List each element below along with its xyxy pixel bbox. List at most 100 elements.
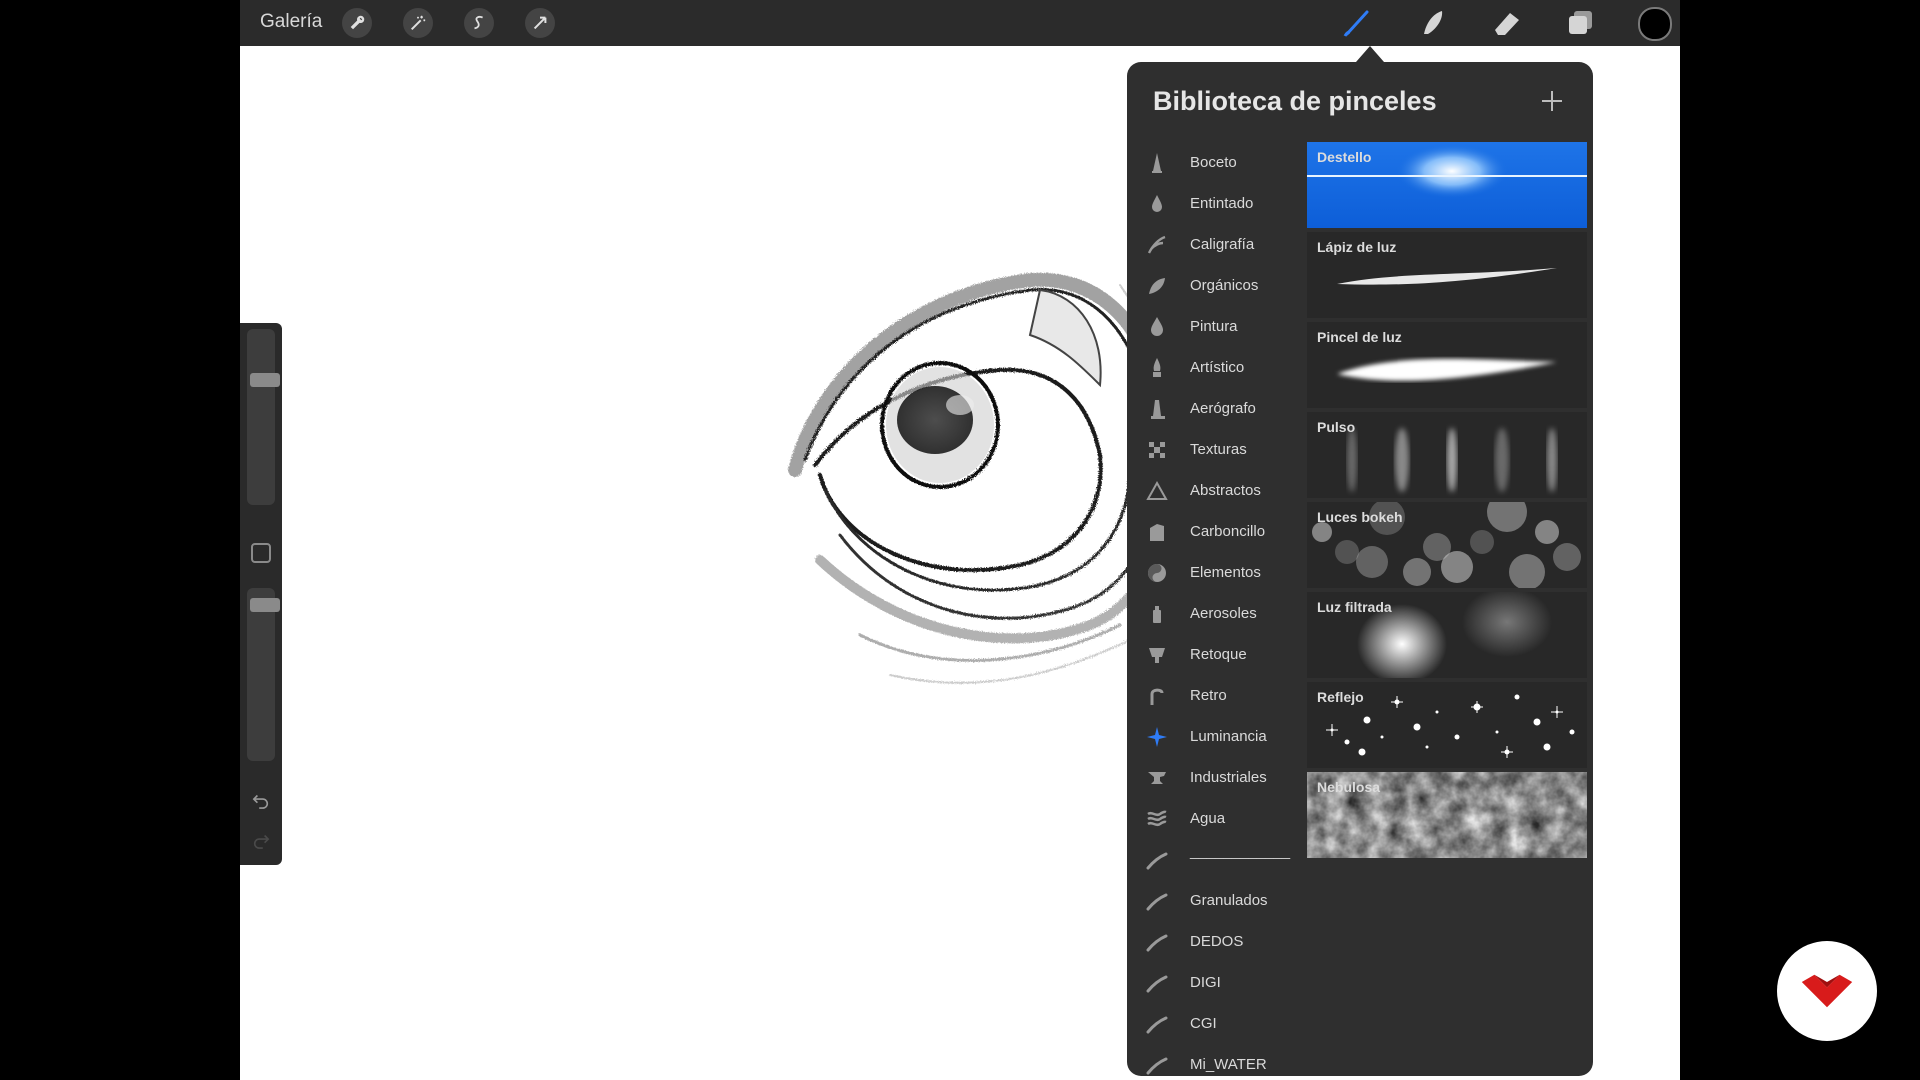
brush-category-artístico[interactable]: Artístico (1127, 347, 1297, 388)
brush-category-agua[interactable]: Agua (1127, 798, 1297, 839)
stroke-icon (1146, 852, 1168, 870)
brush-size-slider[interactable] (247, 329, 280, 505)
brush-category-label: Orgánicos (1190, 277, 1259, 294)
color-picker-swatch[interactable] (1638, 7, 1672, 41)
brush-category-label: Aerógrafo (1190, 400, 1256, 417)
brush-name: Luz filtrada (1317, 599, 1392, 615)
brush-destello[interactable]: Destello (1307, 142, 1587, 228)
brush-category-label: Elementos (1190, 564, 1261, 581)
smudge-icon[interactable] (1416, 6, 1450, 40)
brush-name: Nebulosa (1317, 779, 1381, 795)
brush-category-label: DEDOS (1190, 933, 1244, 950)
brush-category-label: Retro (1190, 687, 1227, 704)
brush-size-thumb[interactable] (250, 373, 280, 387)
undo-icon[interactable] (250, 789, 272, 811)
spray-can-icon (1153, 606, 1161, 623)
wrench-icon[interactable] (342, 8, 372, 38)
brush-category-[interactable]: ____________ (1127, 839, 1297, 880)
brush-category-label: Artístico (1190, 359, 1245, 376)
brush-category-caligrafía[interactable]: Caligrafía (1127, 224, 1297, 265)
paint-drop-icon (1151, 317, 1163, 336)
layers-icon[interactable] (1564, 6, 1598, 40)
stroke-icon (1146, 934, 1168, 952)
leaf-icon (1149, 278, 1165, 294)
eraser-icon[interactable] (1490, 6, 1524, 40)
anvil-icon (1148, 772, 1166, 784)
brush-nebulosa[interactable]: Nebulosa (1307, 772, 1587, 858)
retouch-icon (1149, 648, 1165, 663)
brush-category-label: Granulados (1190, 892, 1268, 909)
brush-luces-bokeh[interactable]: Luces bokeh (1307, 502, 1587, 588)
brush-luz-filtrada[interactable]: Luz filtrada (1307, 592, 1587, 678)
redo-icon[interactable] (250, 829, 272, 851)
brush-category-elementos[interactable]: Elementos (1127, 552, 1297, 593)
panel-title: Biblioteca de pinceles (1153, 86, 1437, 116)
retro-icon (1150, 688, 1164, 705)
brush-category-aerógrafo[interactable]: Aerógrafo (1127, 388, 1297, 429)
flame-brush-icon (1153, 358, 1161, 377)
stroke-icon (1146, 975, 1168, 993)
top-toolbar: Galería (240, 0, 1680, 46)
brush-category-label: Boceto (1190, 154, 1237, 171)
yin-yang-icon (1148, 564, 1166, 582)
panel-pointer (1356, 46, 1384, 62)
brush-reflejo[interactable]: Reflejo (1307, 682, 1587, 768)
brush-category-mi-water[interactable]: Mi_WATER (1127, 1044, 1297, 1076)
airbrush-icon (1151, 400, 1165, 419)
brush-category-boceto[interactable]: Boceto (1127, 142, 1297, 183)
brush-category-label: Caligrafía (1190, 236, 1255, 253)
brush-name: Lápiz de luz (1317, 239, 1397, 255)
brush-library-panel: Biblioteca de pinceles Boceto Entintado Ca… (1127, 62, 1593, 1076)
brush-category-label: CGI (1190, 1015, 1217, 1032)
brush-category-texturas[interactable]: Texturas (1127, 429, 1297, 470)
brush-lápiz-de-luz[interactable]: Lápiz de luz (1307, 232, 1587, 318)
left-sidebar (240, 323, 282, 865)
modify-square-button[interactable] (251, 543, 271, 563)
brush-name: Destello (1317, 149, 1372, 165)
brush-category-dedos[interactable]: DEDOS (1127, 921, 1297, 962)
magic-wand-icon[interactable] (403, 8, 433, 38)
brush-pulso[interactable]: Pulso (1307, 412, 1587, 498)
brush-name: Luces bokeh (1317, 509, 1403, 525)
brush-name: Pincel de luz (1317, 329, 1402, 345)
selection-icon[interactable] (464, 8, 494, 38)
brush-pincel-de-luz[interactable]: Pincel de luz (1307, 322, 1587, 408)
brush-category-digi[interactable]: DIGI (1127, 962, 1297, 1003)
brush-category-industriales[interactable]: Industriales (1127, 757, 1297, 798)
stroke-icon (1146, 1016, 1168, 1034)
ink-drop-icon (1152, 195, 1162, 212)
brush-category-label: Aerosoles (1190, 605, 1257, 622)
brush-category-entintado[interactable]: Entintado (1127, 183, 1297, 224)
brush-category-label: Retoque (1190, 646, 1247, 663)
brush-category-abstractos[interactable]: Abstractos (1127, 470, 1297, 511)
waves-icon (1147, 810, 1167, 827)
sparkle-icon (1147, 727, 1167, 747)
add-brush-plus-icon[interactable] (1539, 88, 1565, 114)
brush-category-pintura[interactable]: Pintura (1127, 306, 1297, 347)
pencil-tip-icon (1152, 153, 1162, 173)
brush-category-retro[interactable]: Retro (1127, 675, 1297, 716)
canvas-eye-sketch[interactable] (760, 255, 1190, 715)
brush-category-granulados[interactable]: Granulados (1127, 880, 1297, 921)
brush-category-aerosoles[interactable]: Aerosoles (1127, 593, 1297, 634)
gallery-button[interactable]: Galería (260, 11, 322, 33)
brush-category-luminancia[interactable]: Luminancia (1127, 716, 1297, 757)
stroke-icon (1146, 1057, 1168, 1075)
brush-category-label: ____________ (1190, 843, 1291, 860)
brush-name: Pulso (1317, 419, 1356, 435)
brush-category-retoque[interactable]: Retoque (1127, 634, 1297, 675)
stroke-icon (1146, 893, 1168, 911)
brush-category-cgi[interactable]: CGI (1127, 1003, 1297, 1044)
brush-category-orgánicos[interactable]: Orgánicos (1127, 265, 1297, 306)
brush-category-label: Abstractos (1190, 482, 1261, 499)
brush-category-label: Luminancia (1190, 728, 1267, 745)
transform-arrow-icon[interactable] (525, 8, 555, 38)
opacity-thumb[interactable] (250, 598, 280, 612)
brush-icon[interactable] (1341, 6, 1375, 40)
channel-logo (1777, 941, 1877, 1041)
brush-category-carboncillo[interactable]: Carboncillo (1127, 511, 1297, 552)
brush-category-label: Texturas (1190, 441, 1247, 458)
opacity-slider[interactable] (247, 588, 280, 761)
brush-category-label: Pintura (1190, 318, 1238, 335)
brush-category-label: Entintado (1190, 195, 1254, 212)
